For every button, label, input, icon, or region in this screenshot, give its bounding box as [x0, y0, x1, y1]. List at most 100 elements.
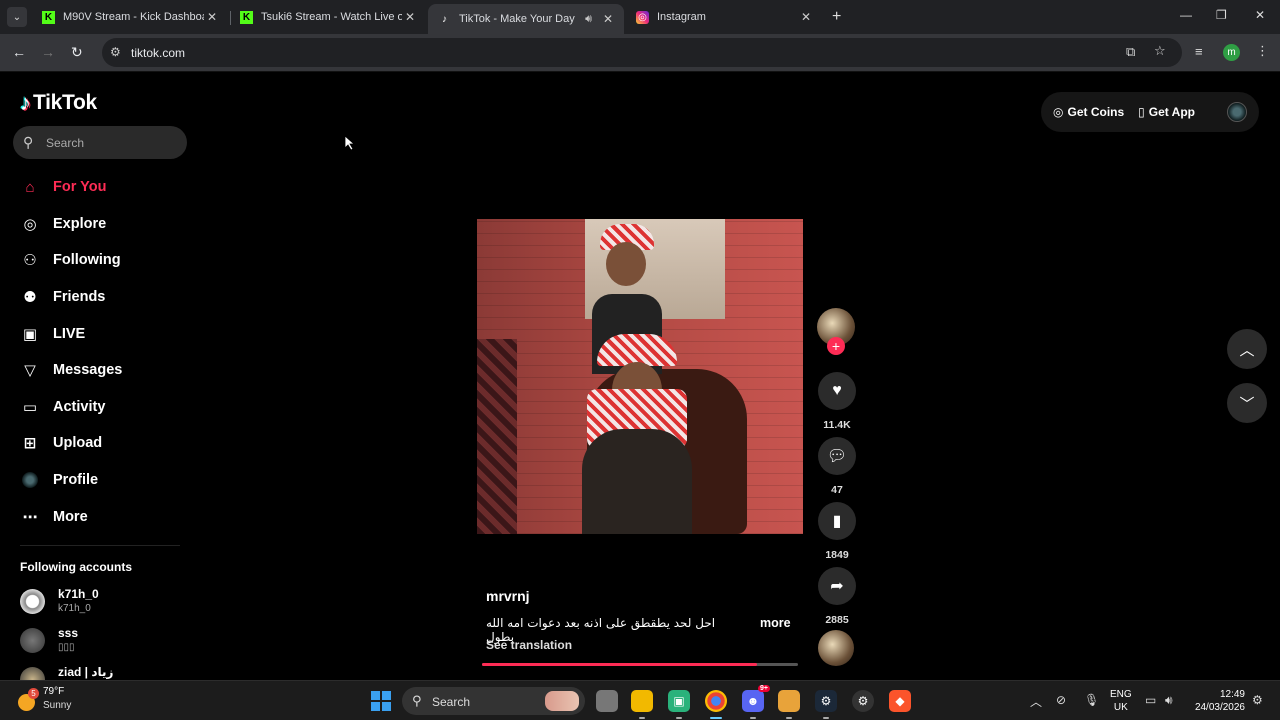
discord-icon[interactable]: ☻ 9+ — [742, 685, 770, 719]
music-disc-icon[interactable] — [818, 630, 854, 666]
language-indicator[interactable]: ENG UK — [1110, 688, 1132, 714]
following-account[interactable]: k71h_0 k71h_0 — [20, 587, 99, 614]
app-icon[interactable]: ▣ — [668, 690, 690, 719]
site-info-icon[interactable]: ⚙︎ — [110, 45, 121, 59]
weather-widget[interactable]: 5 79°F Sunny — [18, 686, 71, 711]
like-button[interactable]: ♥ 11.4K — [817, 372, 857, 431]
sidebar-item-activity[interactable]: ▭ Activity — [20, 389, 122, 426]
bookmark-star-icon[interactable]: ☆ — [1154, 43, 1166, 59]
steam-icon[interactable]: ⚙︎ — [815, 690, 837, 719]
top-actions: ◎ Get Coins ▯ Get App — [1041, 92, 1259, 132]
avatar — [20, 667, 45, 680]
close-window-button[interactable]: ✕ — [1255, 8, 1265, 22]
new-tab-button[interactable]: + — [832, 8, 841, 26]
display-icon[interactable]: ▭ — [1145, 693, 1156, 707]
sidebar-item-messages[interactable]: ▽ Messages — [20, 352, 122, 389]
brave-icon[interactable]: ◆ — [889, 690, 911, 712]
search-input[interactable] — [46, 132, 176, 153]
sidebar-item-label: Messages — [53, 362, 123, 379]
media-controls-icon[interactable]: ≡ — [1195, 44, 1203, 59]
sidebar-item-label: For You — [53, 179, 107, 196]
video-author[interactable]: mrvrnj — [486, 588, 530, 604]
sidebar-item-following[interactable]: ⚇ Following — [20, 242, 122, 279]
account-name: ziad | زياد — [58, 665, 114, 679]
windows-start-icon[interactable] — [371, 691, 391, 711]
close-tab-icon[interactable]: ✕ — [600, 12, 616, 26]
comment-button[interactable]: 💬︎ 47 — [817, 437, 857, 496]
tiktok-logo[interactable]: ♪ TikTok — [20, 90, 97, 116]
sidebar-item-label: Friends — [53, 289, 106, 306]
share-icon: ➦ — [818, 567, 856, 605]
show-hidden-icons-chevron[interactable]: ︿ — [1030, 693, 1042, 710]
tab-instagram[interactable]: ◎ Instagram ✕ — [626, 4, 822, 30]
file-explorer-icon[interactable] — [631, 690, 653, 719]
following-account[interactable]: sss ▯▯▯ — [20, 626, 78, 653]
chrome-icon[interactable] — [705, 690, 727, 719]
sidebar-item-explore[interactable]: ◎ Explore — [20, 206, 122, 243]
install-app-icon[interactable]: ⧉ — [1126, 44, 1135, 60]
address-bar[interactable]: ⚙︎ tiktok.com — [102, 38, 1182, 67]
forward-button[interactable]: → — [41, 44, 55, 60]
app-icon[interactable] — [778, 690, 800, 719]
tab-search-button[interactable]: ⌄ — [7, 7, 27, 27]
tab-tiktok[interactable]: ♪ TikTok - Make Your Day 🔊︎ ✕ — [428, 4, 624, 34]
user-avatar[interactable] — [1227, 102, 1247, 122]
tab-title: Instagram — [657, 11, 706, 23]
tiktok-icon: ♪ — [442, 13, 447, 25]
next-video-button[interactable]: ﹀ — [1227, 383, 1267, 423]
reload-button[interactable]: ↻ — [71, 44, 83, 61]
language-region: UK — [1113, 702, 1128, 713]
task-view-icon[interactable] — [596, 690, 618, 712]
upload-icon: ⊞ — [23, 435, 37, 453]
sidebar-item-for-you[interactable]: ⌂ For You — [20, 169, 122, 206]
avatar — [20, 589, 45, 614]
sidebar-item-upload[interactable]: ⊞ Upload — [20, 425, 122, 462]
sidebar-item-profile[interactable]: Profile — [20, 462, 122, 499]
previous-video-button[interactable]: ︿ — [1227, 329, 1267, 369]
tab-kick-tsuki6[interactable]: K Tsuki6 Stream - Watch Live on Kick ✕ — [230, 4, 426, 30]
sidebar-item-live[interactable]: ▣ LIVE — [20, 315, 122, 352]
back-button[interactable]: ← — [12, 44, 26, 60]
account-handle: k71h_0 — [58, 603, 91, 614]
share-button[interactable]: ➦ 2885 — [817, 567, 857, 626]
search-highlight-image — [545, 691, 579, 711]
minimize-button[interactable]: — — [1180, 8, 1192, 22]
network-off-icon[interactable]: ⊘ — [1056, 693, 1066, 707]
following-account[interactable]: ziad | زياد — [20, 665, 113, 680]
save-button[interactable]: ▮ 1849 — [817, 502, 857, 561]
video-progress-bar[interactable] — [482, 663, 798, 666]
close-tab-icon[interactable]: ✕ — [798, 10, 814, 24]
taskbar-search[interactable]: ⚲ Search — [402, 687, 585, 715]
speaker-icon[interactable]: 🔊︎ — [585, 13, 592, 26]
sidebar-item-label: More — [53, 508, 88, 525]
tiktok-note-icon: ♪ — [20, 90, 31, 115]
search-bar[interactable]: ⚲ — [13, 126, 187, 159]
weather-sun-icon: 5 — [18, 688, 39, 711]
microphone-icon[interactable]: 🎙︎ — [1084, 693, 1099, 707]
notification-bell-icon[interactable]: ⚙︎ — [1252, 693, 1263, 707]
sidebar-item-friends[interactable]: ⚉ Friends — [20, 279, 122, 316]
system-clock[interactable]: 12:49 24/03/2026 — [1190, 688, 1245, 714]
url-text: tiktok.com — [131, 46, 186, 60]
kick-icon: K — [42, 10, 55, 24]
get-coins-label: Get Coins — [1067, 105, 1125, 119]
sidebar-item-more[interactable]: ⋯ More — [20, 498, 122, 535]
get-app-button[interactable]: ▯ Get App — [1138, 105, 1195, 119]
volume-icon[interactable]: 🔊︎ — [1165, 693, 1173, 708]
follow-plus-icon[interactable]: + — [827, 337, 845, 355]
browser-profile-avatar[interactable]: m — [1223, 44, 1240, 61]
menu-kebab-icon[interactable]: ⋮ — [1256, 43, 1269, 59]
weather-temp: 79°F — [43, 686, 65, 697]
following-accounts-title: Following accounts — [20, 560, 133, 574]
tab-kick-dashboard[interactable]: K M90V Stream - Kick Dashboard ✕ — [32, 4, 228, 30]
close-tab-icon[interactable]: ✕ — [204, 10, 220, 24]
settings-icon[interactable]: ⚙︎ — [852, 690, 874, 712]
close-tab-icon[interactable]: ✕ — [402, 10, 418, 24]
chevron-down-icon: ﹀ — [1239, 395, 1255, 413]
get-coins-button[interactable]: ◎ Get Coins — [1053, 105, 1124, 119]
search-icon: ⚲ — [412, 693, 422, 708]
video-player[interactable] — [477, 219, 803, 534]
caption-more-button[interactable]: more — [760, 616, 791, 630]
see-translation-link[interactable]: See translation — [486, 638, 572, 652]
restore-button[interactable]: ❐ — [1216, 8, 1227, 22]
